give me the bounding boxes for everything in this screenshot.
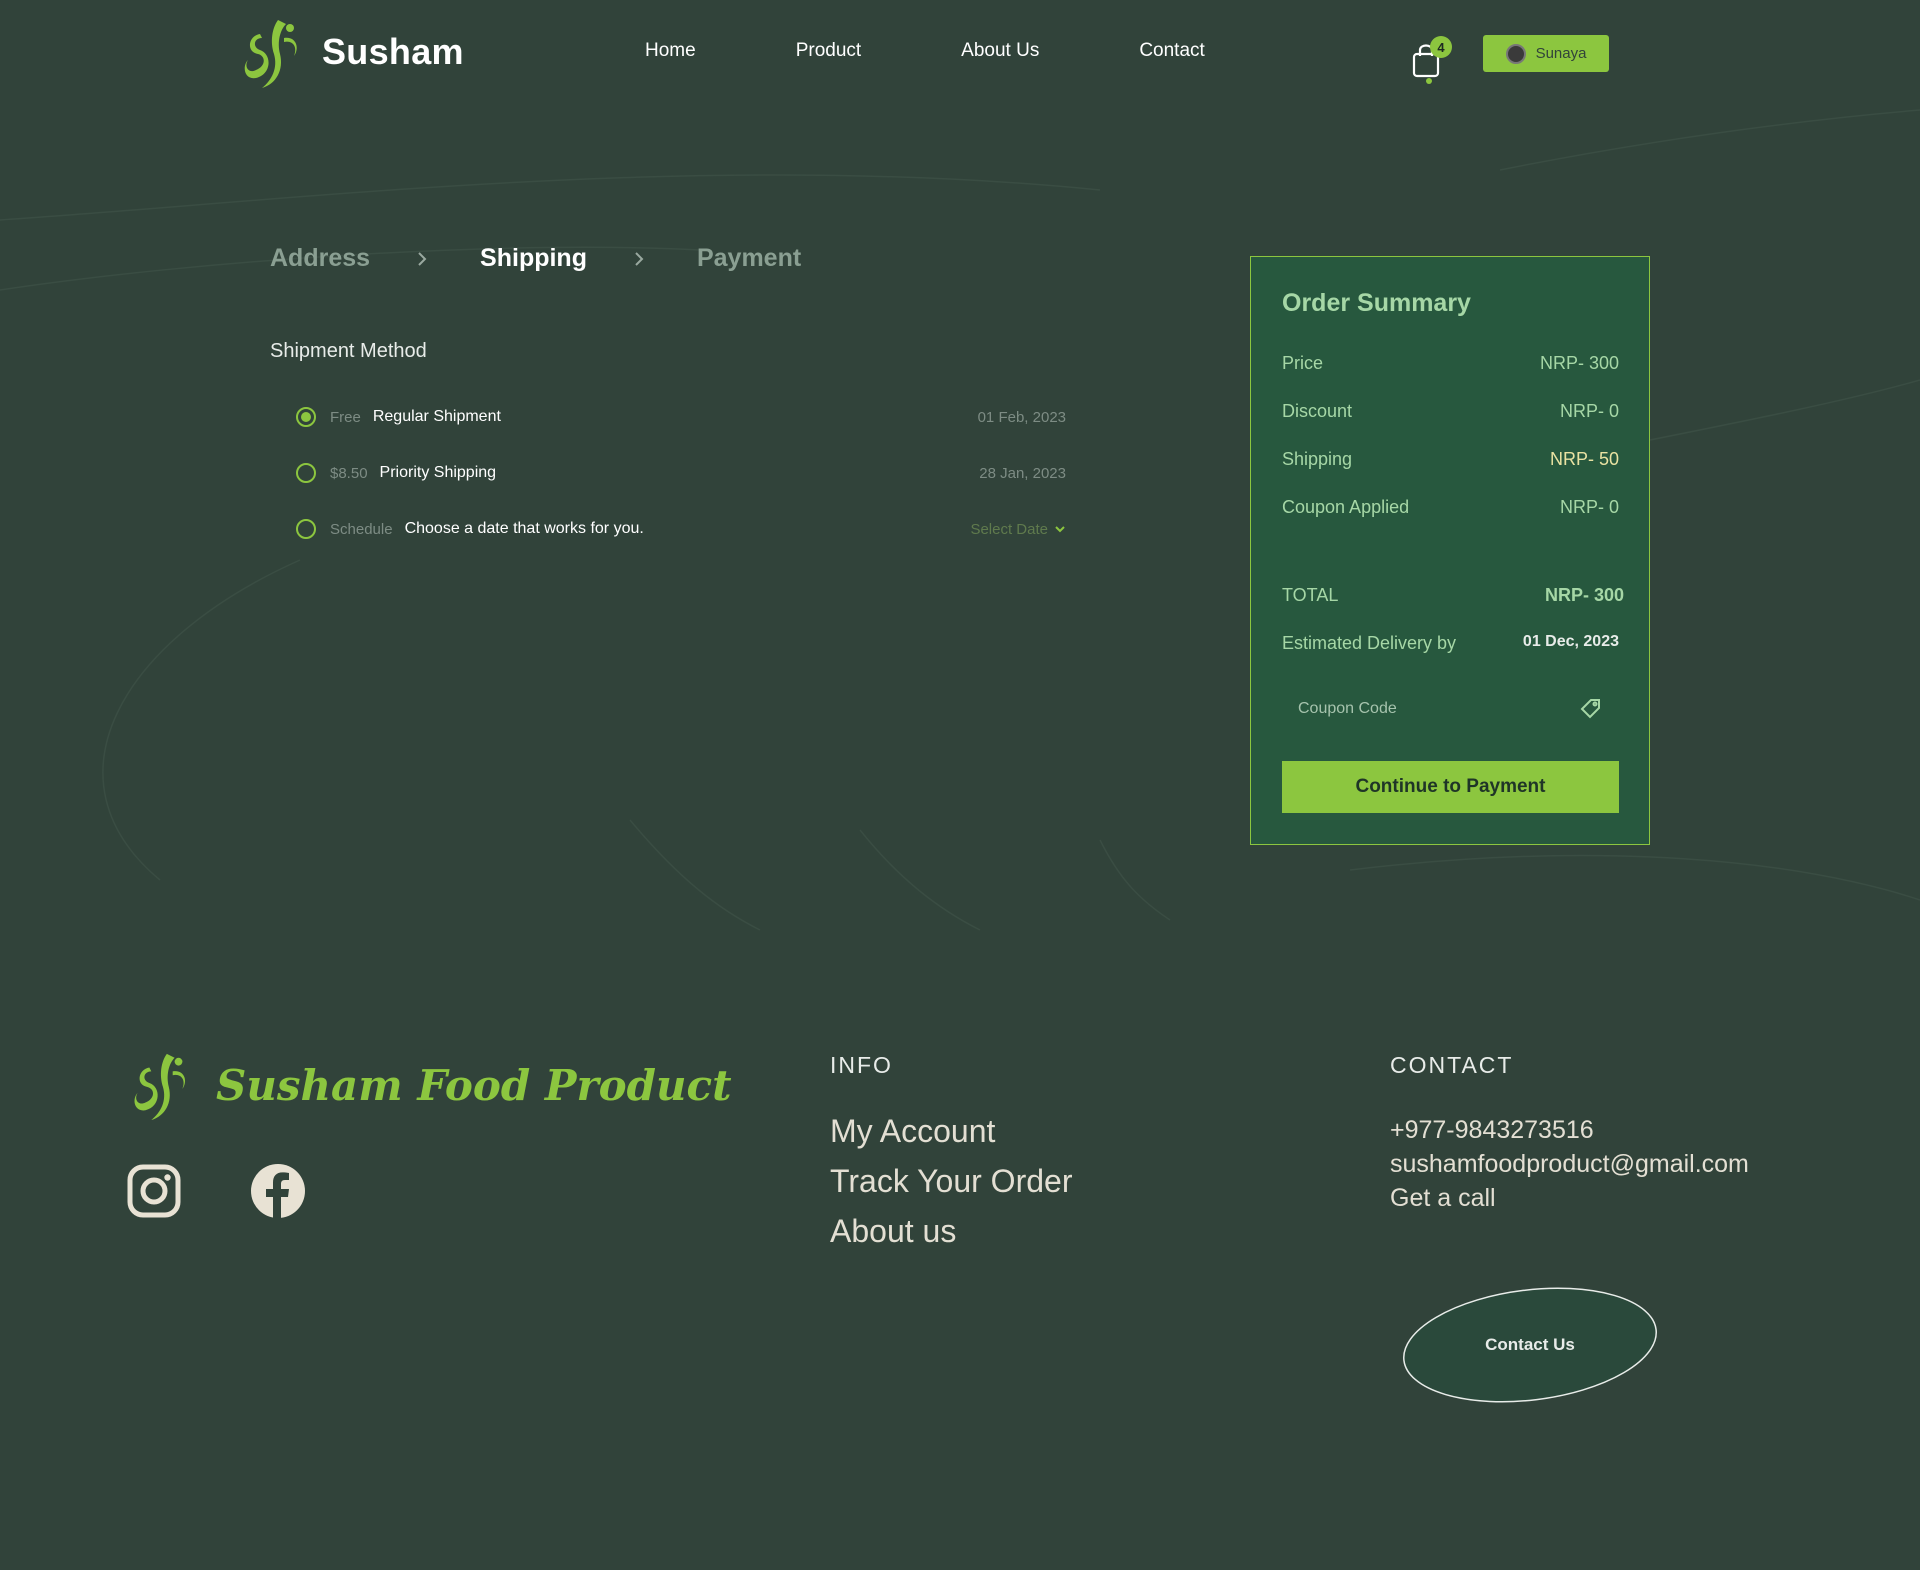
summary-value: NRP- 50: [1549, 449, 1619, 469]
shipping-option-priority[interactable]: $8.50 Priority Shipping 28 Jan, 2023: [296, 458, 1066, 488]
select-date-label: Select Date: [970, 520, 1048, 538]
cart-count-badge: 4: [1430, 36, 1452, 58]
summary-label: Price: [1282, 353, 1324, 373]
option-name: Priority Shipping: [379, 464, 497, 481]
footer-email[interactable]: sushamfoodproduct@gmail.com: [1390, 1150, 1749, 1179]
contact-us-label: Contact Us: [1485, 1335, 1575, 1354]
shipment-method-title: Shipment Method: [270, 340, 427, 362]
contact-us-button[interactable]: Contact Us: [1402, 1287, 1658, 1403]
nav-product[interactable]: Product: [796, 40, 861, 62]
footer-brand-name: Susham Food Product: [216, 1060, 732, 1110]
coupon-code-input[interactable]: [1298, 700, 1558, 718]
user-name: Sunaya: [1535, 45, 1587, 62]
footer-brand-logo[interactable]: Susham Food Product: [128, 1048, 731, 1122]
summary-value: NRP- 0: [1559, 401, 1619, 421]
footer-phone[interactable]: +977-9843273516: [1390, 1116, 1594, 1145]
radio-regular-shipment[interactable]: [296, 407, 316, 427]
delivery-value: 01 Dec, 2023: [1522, 633, 1619, 650]
option-date: 01 Feb, 2023: [977, 408, 1066, 426]
main-nav: Home Product About Us Contact: [645, 40, 1305, 62]
delivery-label: Estimated Delivery by: [1282, 633, 1457, 653]
option-name: Choose a date that works for you.: [404, 520, 644, 537]
option-name: Regular Shipment: [372, 408, 501, 425]
nav-contact[interactable]: Contact: [1139, 40, 1204, 62]
step-address[interactable]: Address: [270, 244, 370, 273]
avatar: [1505, 43, 1526, 64]
summary-row-discount: Discount NRP- 0: [1282, 401, 1619, 422]
step-shipping[interactable]: Shipping: [480, 244, 587, 273]
summary-row-coupon-applied: Coupon Applied NRP- 0: [1282, 497, 1619, 518]
brand-name: Susham: [322, 31, 464, 72]
option-price: Free: [330, 408, 361, 426]
shipping-option-regular[interactable]: Free Regular Shipment 01 Feb, 2023: [296, 402, 1066, 432]
summary-value: NRP- 300: [1539, 353, 1619, 373]
order-summary-title: Order Summary: [1282, 289, 1471, 317]
option-price: Schedule: [330, 520, 393, 538]
logo-mark-icon: [244, 20, 297, 88]
top-navigation-bar: Susham Home Product About Us Contact 4 S…: [0, 0, 1920, 110]
chevron-right-icon: [635, 251, 644, 266]
summary-row-total: TOTAL NRP- 300: [1282, 585, 1624, 606]
footer-link-my-account[interactable]: My Account: [830, 1113, 995, 1150]
summary-value: NRP- 0: [1559, 497, 1619, 517]
summary-label: Discount: [1282, 401, 1353, 421]
user-profile-button[interactable]: Sunaya: [1483, 35, 1609, 72]
summary-row-estimated-delivery: Estimated Delivery by 01 Dec, 2023: [1282, 633, 1619, 654]
footer-link-about-us[interactable]: About us: [830, 1213, 956, 1250]
chevron-down-icon: [1055, 526, 1065, 533]
brand-logo[interactable]: Susham: [238, 14, 464, 90]
page: Susham Home Product About Us Contact 4 S…: [0, 0, 1920, 1570]
footer-info-heading: INFO: [830, 1052, 893, 1078]
footer-get-a-call[interactable]: Get a call: [1390, 1184, 1496, 1213]
option-price: $8.50: [330, 464, 368, 482]
summary-row-price: Price NRP- 300: [1282, 353, 1619, 374]
cart-button[interactable]: 4: [1410, 36, 1452, 86]
logo-mark-icon: [134, 1053, 186, 1120]
tag-icon[interactable]: [1579, 697, 1603, 721]
nav-home[interactable]: Home: [645, 40, 696, 62]
step-payment[interactable]: Payment: [697, 244, 801, 273]
radio-schedule[interactable]: [296, 519, 316, 539]
continue-to-payment-button[interactable]: Continue to Payment: [1282, 761, 1619, 813]
coupon-field: [1282, 687, 1619, 731]
facebook-icon[interactable]: [250, 1163, 306, 1219]
select-date-dropdown[interactable]: Select Date: [970, 521, 1066, 538]
nav-about-us[interactable]: About Us: [961, 40, 1039, 62]
summary-label: Shipping: [1282, 449, 1353, 469]
order-summary-panel: Order Summary Price NRP- 300 Discount NR…: [1250, 256, 1650, 845]
summary-row-shipping: Shipping NRP- 50: [1282, 449, 1619, 470]
chevron-right-icon: [418, 251, 427, 266]
summary-label: Coupon Applied: [1282, 497, 1410, 517]
footer-link-track-order[interactable]: Track Your Order: [830, 1163, 1072, 1200]
option-date: 28 Jan, 2023: [979, 464, 1066, 482]
radio-priority-shipping[interactable]: [296, 463, 316, 483]
footer-contact-heading: CONTACT: [1390, 1052, 1514, 1078]
cart-indicator-dot: [1426, 78, 1432, 84]
checkout-steps: Address Shipping Payment: [270, 244, 801, 273]
total-label: TOTAL: [1282, 585, 1339, 605]
instagram-icon[interactable]: [126, 1163, 182, 1219]
shipping-option-schedule[interactable]: Schedule Choose a date that works for yo…: [296, 514, 1066, 544]
total-value: NRP- 300: [1544, 585, 1624, 605]
